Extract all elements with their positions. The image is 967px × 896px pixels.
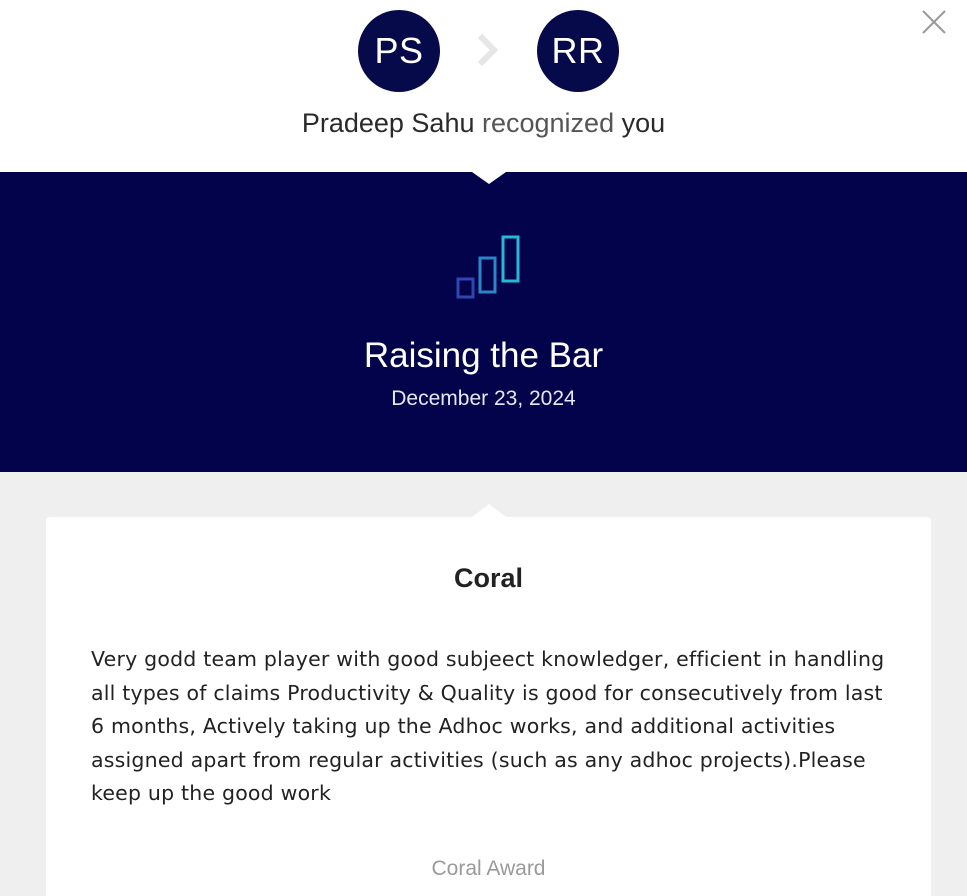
card-title: Coral: [453, 563, 524, 593]
recognition-header: [0, 0, 967, 172]
card-pointer: [472, 504, 506, 517]
banner-pointer: [472, 172, 506, 184]
award-title: Raising the Bar: [363, 336, 604, 375]
sender-initials: PS: [374, 30, 424, 71]
recognition-verb: recognized: [482, 108, 615, 138]
recognition-headline: Pradeep Sahu recognized you: [0, 108, 967, 139]
sender-name: Pradeep Sahu: [301, 108, 475, 138]
award-type-label: Coral Award: [431, 857, 546, 880]
bar-chart-icon: [456, 235, 520, 299]
receiver-initials: RR: [551, 30, 605, 71]
chevron-right-icon: [477, 33, 499, 67]
award-date: December 23, 2024: [391, 387, 576, 410]
receiver-pronoun: you: [621, 108, 666, 138]
award-banner: [0, 172, 967, 472]
sender-avatar: PS: [358, 10, 440, 92]
recognition-message: Very godd team player with good subjeect…: [91, 647, 885, 805]
receiver-avatar: RR: [537, 10, 619, 92]
close-icon[interactable]: [918, 6, 950, 38]
